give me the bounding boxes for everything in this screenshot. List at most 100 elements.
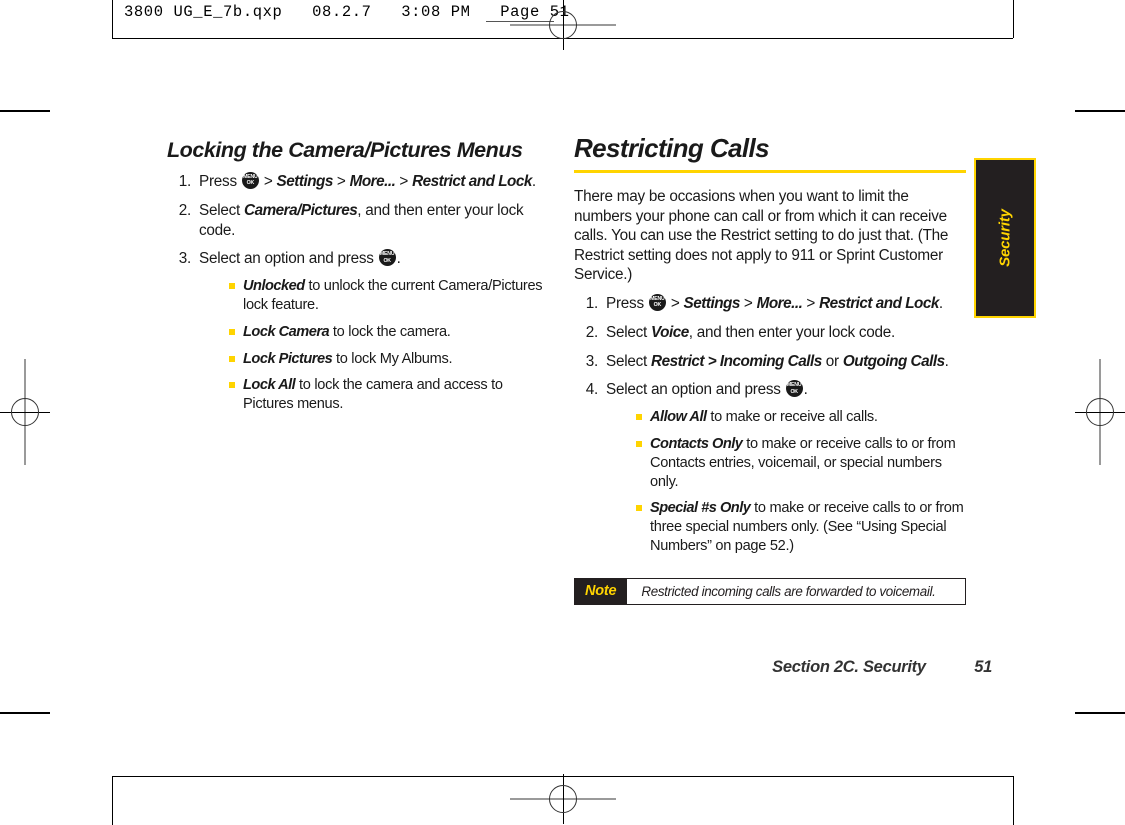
menu-path-term: Settings	[683, 294, 741, 312]
menu-ok-key-icon: MENU OK	[785, 380, 803, 398]
prepress-page-underline	[486, 21, 554, 22]
menu-path-term: Special #s Only	[650, 500, 751, 517]
menu-path-term: Restrict and Lock	[412, 173, 532, 190]
numbered-step: 1. Press MENU OK > Settings > More... > Re…	[574, 293, 966, 314]
left-column-steps: 1. Press MENU OK > Settings > More... > Re…	[167, 172, 547, 414]
menu-path-term: Camera/Pictures	[244, 201, 358, 219]
menu-path-term: Lock All	[243, 377, 296, 394]
step-text: >	[395, 173, 413, 190]
menu-path-term: Restrict > Incoming Calls	[651, 352, 822, 370]
step-text: >	[666, 294, 684, 312]
numbered-step: 1. Press MENU OK > Settings > More... > Re…	[167, 172, 547, 192]
numbered-step: 3. Select an option and press MENU OK. Unlo…	[167, 249, 547, 414]
menu-ok-key-icon: MENU OK	[378, 249, 396, 267]
option-bullet-item: Lock Pictures to lock My Albums.	[229, 350, 547, 369]
title-accent-rule	[574, 170, 966, 173]
option-bullet-item: Special #s Only to make or receive calls…	[636, 499, 966, 555]
step-text: to lock the camera.	[329, 323, 451, 340]
option-bullet-item: Unlocked to unlock the current Camera/Pi…	[229, 277, 547, 315]
page-frame-right-bottom	[1013, 776, 1014, 825]
right-column-title: Restricting Calls	[574, 133, 770, 163]
step-text: Press	[606, 294, 648, 312]
crop-mark-bottom-right	[1075, 712, 1125, 714]
crop-mark-top-left	[0, 110, 50, 112]
step-number: 1.	[178, 173, 192, 190]
menu-path-term: Unlocked	[243, 278, 305, 295]
section-thumb-tab: Security	[974, 158, 1036, 318]
menu-path-term: Lock Camera	[243, 323, 330, 340]
step-number: 2.	[585, 323, 599, 341]
option-bullet-item: Allow All to make or receive all calls.	[636, 408, 966, 427]
step-number: 2.	[178, 201, 192, 219]
step-text: Select	[199, 201, 245, 219]
crop-mark-bottom-left	[0, 712, 50, 714]
step-text: >	[739, 294, 757, 312]
option-bullet-item: Lock Camera to lock the camera.	[229, 323, 547, 342]
step-text: Press	[199, 173, 241, 190]
step-text: , and then enter your lock code.	[688, 323, 896, 341]
menu-path-term: Lock Pictures	[243, 350, 333, 367]
step-text: .	[938, 294, 943, 312]
footer-page-number: 51	[974, 658, 992, 676]
step-text: or	[821, 352, 843, 370]
menu-path-term: More...	[349, 173, 396, 190]
option-bullet-item: Lock All to lock the camera and access t…	[229, 376, 547, 414]
step-number: 4.	[585, 381, 599, 399]
numbered-step: 3. Select Restrict > Incoming Calls or Ou…	[574, 352, 966, 372]
step-text: Select	[606, 352, 652, 370]
step-text: to make or receive all calls.	[706, 409, 878, 426]
option-bullet-list: Allow All to make or receive all calls. C…	[636, 408, 966, 556]
step-body: Press MENU OK > Settings > More... > Rest…	[606, 293, 943, 312]
footer-section-label: Section 2C. Security	[772, 658, 926, 676]
step-number: 3.	[178, 250, 192, 268]
section-thumb-tab-label: Security	[996, 209, 1014, 267]
option-bullet-list: Unlocked to unlock the current Camera/Pi…	[229, 277, 547, 414]
step-body: Select Camera/Pictures, and then enter y…	[199, 201, 524, 239]
right-column-steps: 1. Press MENU OK > Settings > More... > Re…	[574, 293, 966, 556]
step-text: >	[259, 173, 277, 190]
numbered-step: 2. Select Voice, and then enter your lock…	[574, 323, 966, 343]
step-text: Select	[606, 323, 652, 341]
menu-ok-key-icon: MENU OK	[648, 293, 666, 311]
step-text: .	[944, 352, 949, 370]
step-body: Select an option and press MENU OK.	[199, 249, 401, 268]
step-body: Select Voice, and then enter your lock c…	[606, 324, 895, 341]
page-frame-left-top	[112, 0, 113, 38]
prepress-header-text: 3800 UG_E_7b.qxp 08.2.7 3:08 PM Page 51	[124, 3, 570, 21]
step-text: .	[396, 250, 401, 268]
page-frame-left-bottom	[112, 776, 113, 825]
sub-bullet-group: Unlocked to unlock the current Camera/Pi…	[199, 277, 547, 414]
note-callout: Note Restricted incoming calls are forwa…	[574, 577, 966, 605]
step-text: Select an option and press	[199, 250, 378, 268]
sub-bullet-group: Allow All to make or receive all calls. C…	[606, 408, 966, 556]
step-text: .	[803, 381, 808, 399]
menu-path-term: Outgoing Calls	[842, 352, 945, 370]
numbered-step: 4. Select an option and press MENU OK. Allo…	[574, 380, 966, 555]
step-text: .	[531, 173, 536, 190]
menu-path-term: Voice	[651, 323, 689, 341]
step-text: to lock My Albums.	[332, 350, 453, 367]
menu-path-term: More...	[756, 294, 803, 312]
step-text: >	[332, 173, 350, 190]
step-text: Select an option and press	[606, 381, 785, 399]
step-number: 3.	[585, 352, 599, 370]
step-body: Select an option and press MENU OK.	[606, 380, 808, 399]
numbered-step: 2. Select Camera/Pictures, and then enter…	[167, 201, 547, 241]
right-column: Restricting Calls There may be occasions…	[574, 133, 966, 605]
step-body: Press MENU OK > Settings > More... > Rest…	[199, 172, 536, 190]
option-bullet-item: Contacts Only to make or receive calls t…	[636, 435, 966, 491]
menu-path-term: Allow All	[650, 409, 707, 426]
step-text: >	[802, 294, 820, 312]
crop-mark-top-right	[1075, 110, 1125, 112]
page-frame-right-top	[1013, 0, 1014, 38]
right-column-intro: There may be occasions when you want to …	[574, 188, 949, 284]
step-number: 1.	[585, 294, 599, 312]
step-body: Select Restrict > Incoming Calls or Outg…	[606, 353, 949, 370]
menu-path-term: Restrict and Lock	[819, 294, 939, 312]
left-column: Locking the Camera/Pictures Menus 1. Pres…	[167, 138, 547, 414]
note-label: Note	[574, 577, 628, 605]
menu-path-term: Contacts Only	[650, 435, 743, 452]
left-column-title: Locking the Camera/Pictures Menus	[167, 138, 523, 162]
note-text: Restricted incoming calls are forwarded …	[627, 577, 966, 605]
menu-ok-key-icon: MENU OK	[241, 172, 259, 189]
